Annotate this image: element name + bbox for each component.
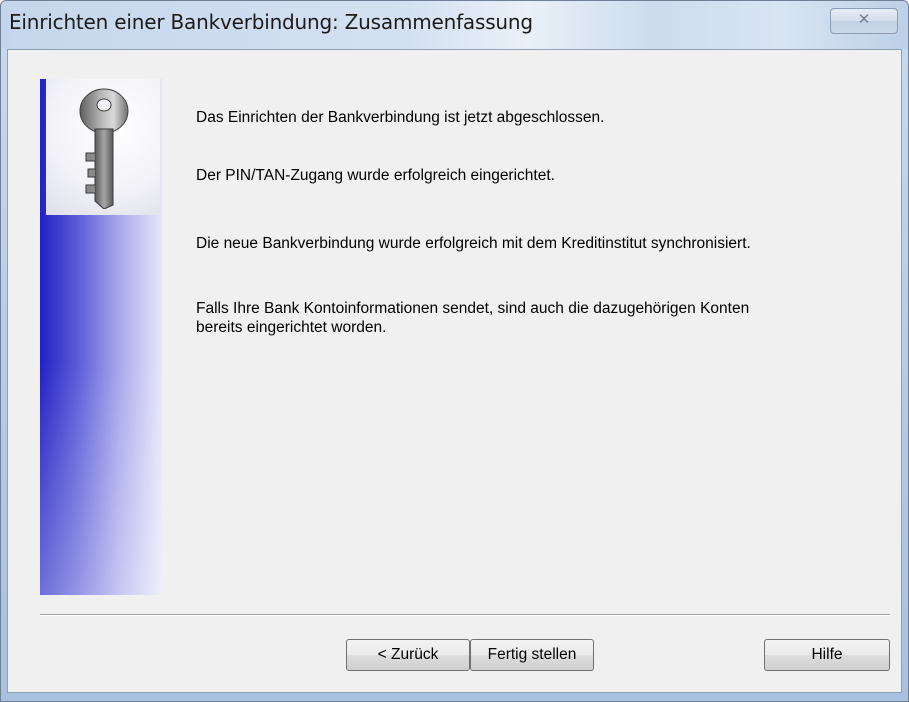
key-image-box (46, 79, 160, 215)
back-button[interactable]: < Zurück (346, 639, 470, 671)
status-text-sync: Die neue Bankverbindung wurde erfolgreic… (196, 235, 751, 252)
dialog-client-area: Das Einrichten der Bankverbindung ist je… (7, 49, 902, 693)
status-text-accounts-line2: bereits eingerichtet worden. (196, 319, 387, 336)
button-divider (40, 614, 890, 616)
status-text-pintan: Der PIN/TAN-Zugang wurde erfolgreich ein… (196, 167, 555, 184)
help-button[interactable]: Hilfe (764, 639, 890, 671)
title-bar[interactable]: Einrichten einer Bankverbindung: Zusamme… (1, 1, 908, 49)
close-button[interactable]: ✕ (830, 8, 898, 34)
dialog-window: Einrichten einer Bankverbindung: Zusamme… (0, 0, 909, 702)
finish-button[interactable]: Fertig stellen (470, 639, 594, 671)
window-title: Einrichten einer Bankverbindung: Zusamme… (9, 10, 533, 34)
key-icon (79, 88, 129, 209)
status-text-completed: Das Einrichten der Bankverbindung ist je… (196, 109, 605, 126)
status-text-accounts-line1: Falls Ihre Bank Kontoinformationen sende… (196, 300, 750, 317)
close-icon: ✕ (857, 10, 871, 28)
